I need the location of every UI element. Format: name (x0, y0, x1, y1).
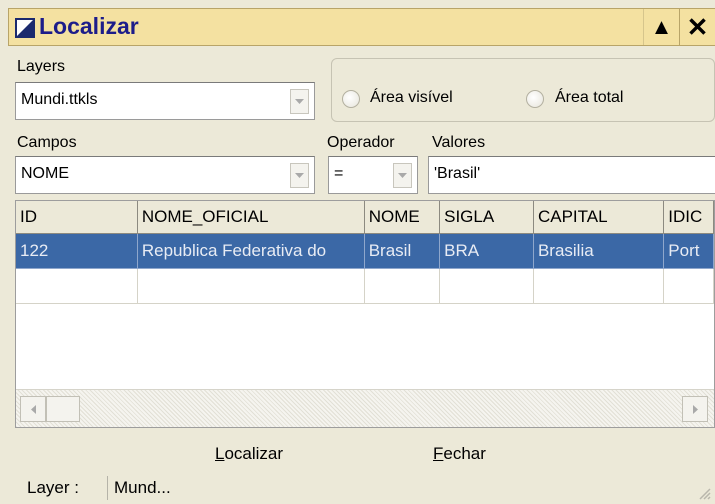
table-cell[interactable] (439, 268, 534, 304)
localizar-label: ocalizar (224, 444, 284, 463)
close-icon: ✕ (686, 12, 709, 42)
layers-value: Mundi.ttkls (21, 91, 98, 108)
chevron-down-icon (295, 173, 304, 178)
results-grid[interactable]: ID NOME_OFICIAL NOME SIGLA CAPITAL IDIC … (15, 200, 715, 428)
operador-value: = (334, 165, 344, 182)
area-total-radio[interactable] (526, 90, 544, 108)
table-row[interactable]: 122 Republica Federativa do Brasil BRA B… (16, 233, 714, 269)
table-cell[interactable] (364, 268, 441, 304)
scroll-left-button[interactable] (20, 396, 46, 422)
area-visivel-label[interactable]: Área visível (370, 89, 453, 107)
resize-grip-icon[interactable] (697, 486, 711, 504)
area-radio-group: Área visível Área total (331, 58, 715, 122)
campos-select[interactable]: NOME (15, 156, 315, 194)
campos-label: Campos (17, 134, 77, 151)
title-bar: Localizar ▲ ✕ (8, 8, 715, 46)
app-icon (15, 18, 35, 38)
column-header[interactable]: NOME_OFICIAL (137, 201, 365, 234)
column-header[interactable]: ID (16, 201, 138, 234)
layers-select[interactable]: Mundi.ttkls (15, 82, 315, 120)
chevron-down-icon (398, 173, 407, 178)
fechar-mnemonic: F (433, 444, 444, 463)
column-header[interactable]: IDIC (663, 201, 714, 234)
chevron-left-icon (30, 405, 36, 414)
operador-label: Operador (327, 134, 395, 151)
column-header[interactable]: SIGLA (439, 201, 534, 234)
status-layer-label: Layer : (27, 478, 79, 497)
scroll-right-button[interactable] (682, 396, 708, 422)
fechar-button[interactable]: Fechar (433, 444, 486, 464)
table-cell[interactable] (137, 268, 365, 304)
operador-dropdown-button[interactable] (393, 163, 412, 188)
column-header[interactable]: NOME (364, 201, 441, 234)
triangle-up-icon: ▲ (650, 14, 673, 39)
status-divider (107, 476, 108, 500)
valores-value: 'Brasil' (434, 165, 481, 182)
valores-input[interactable]: 'Brasil' (428, 156, 715, 194)
table-cell[interactable] (16, 268, 138, 304)
layers-label: Layers (17, 58, 66, 75)
localizar-button[interactable]: Localizar (215, 444, 283, 464)
campos-dropdown-button[interactable] (290, 163, 309, 188)
layers-dropdown-button[interactable] (290, 89, 309, 114)
window-title: Localizar (39, 13, 139, 39)
table-cell[interactable] (663, 268, 714, 304)
table-cell[interactable]: Brasil (364, 233, 441, 269)
valores-label: Valores (432, 134, 486, 151)
table-cell[interactable]: Republica Federativa do (137, 233, 365, 269)
campos-value: NOME (21, 165, 69, 182)
fechar-label: echar (443, 444, 486, 463)
column-header[interactable]: CAPITAL (533, 201, 665, 234)
table-cell[interactable]: BRA (439, 233, 534, 269)
table-cell[interactable]: 122 (16, 233, 138, 269)
horizontal-scrollbar[interactable] (16, 389, 714, 427)
scroll-thumb[interactable] (46, 396, 80, 422)
results-table: ID NOME_OFICIAL NOME SIGLA CAPITAL IDIC … (16, 201, 714, 304)
chevron-right-icon (692, 405, 698, 414)
operador-select[interactable]: = (328, 156, 418, 194)
area-total-label[interactable]: Área total (555, 89, 623, 107)
close-button[interactable]: ✕ (679, 9, 715, 45)
table-row[interactable] (16, 268, 714, 304)
table-header-row: ID NOME_OFICIAL NOME SIGLA CAPITAL IDIC (16, 201, 714, 234)
collapse-button[interactable]: ▲ (643, 9, 679, 45)
table-cell[interactable]: Port (663, 233, 714, 269)
table-cell[interactable] (533, 268, 665, 304)
table-cell[interactable]: Brasilia (533, 233, 665, 269)
area-visivel-radio[interactable] (342, 90, 360, 108)
chevron-down-icon (295, 99, 304, 104)
status-layer-value: Mund... (114, 478, 171, 497)
